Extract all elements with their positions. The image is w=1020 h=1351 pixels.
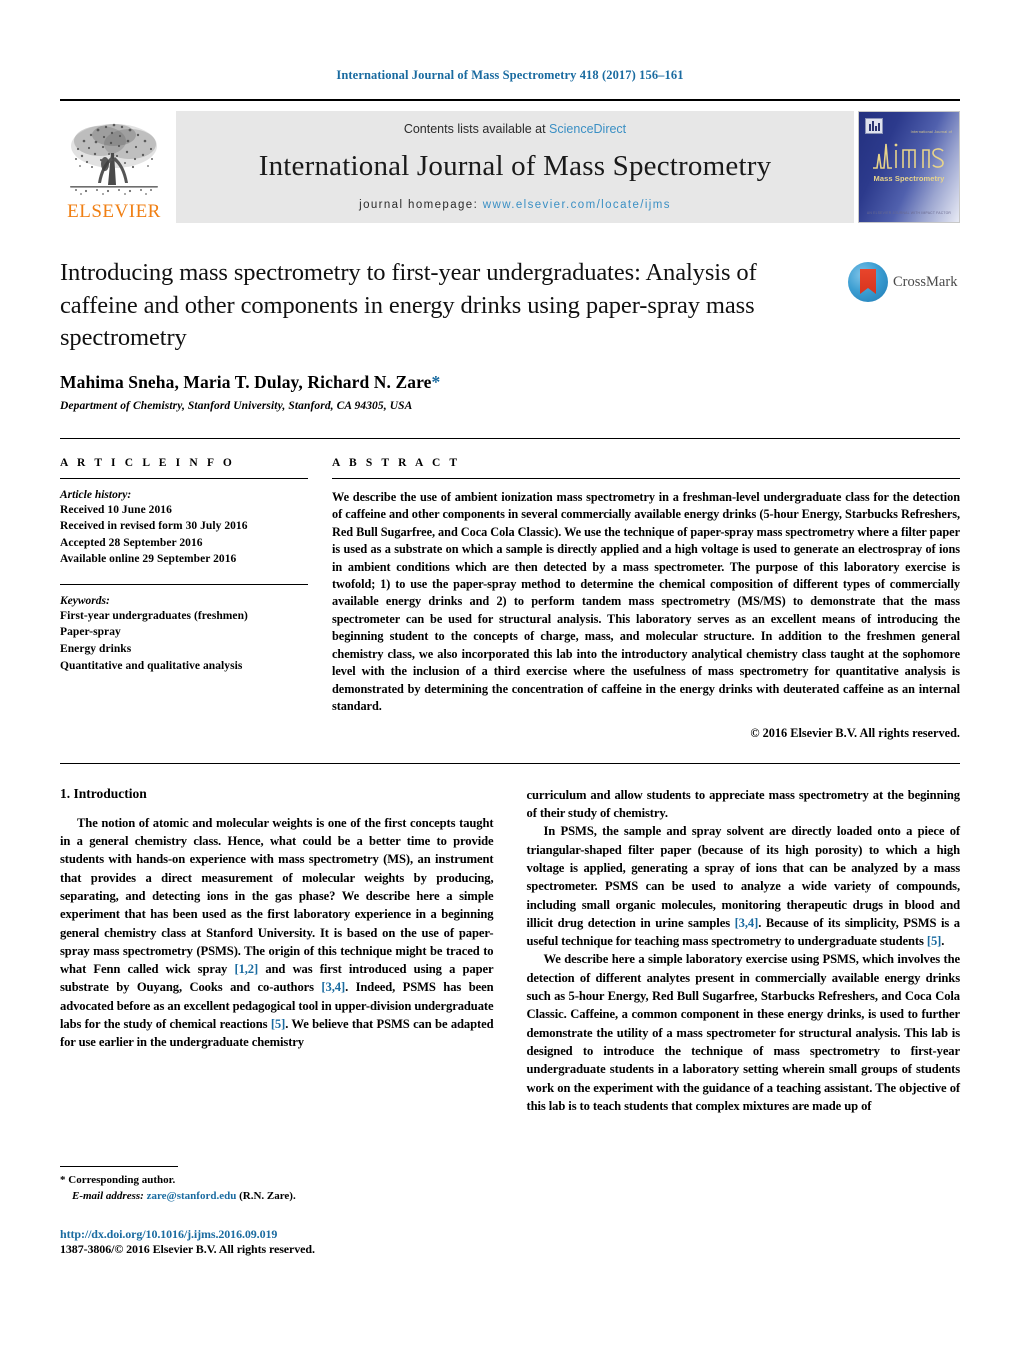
body-left-column: 1. Introduction The notion of atomic and…: [60, 786, 494, 1116]
article-info-column: A R T I C L E I N F O Article history: R…: [60, 457, 308, 741]
contents-available-line: Contents lists available at ScienceDirec…: [404, 122, 626, 136]
elsevier-wordmark: ELSEVIER: [67, 201, 161, 222]
paragraph: The notion of atomic and molecular weigh…: [60, 814, 494, 1052]
author-names: Mahima Sneha, Maria T. Dulay, Richard N.…: [60, 371, 432, 392]
affiliation: Department of Chemistry, Stanford Univer…: [60, 399, 413, 412]
history-item: Received 10 June 2016: [60, 503, 172, 516]
abstract-text: We describe the use of ambient ionizatio…: [332, 489, 960, 714]
cover-badge-icon: [865, 118, 883, 134]
article-info-heading: A R T I C L E I N F O: [60, 456, 235, 469]
history-item: Received in revised form 30 July 2016: [60, 520, 248, 533]
journal-homepage-link[interactable]: www.elsevier.com/locate/ijms: [483, 199, 671, 211]
paragraph: In PSMS, the sample and spray solvent ar…: [527, 822, 961, 950]
ijms-logo-icon: [873, 143, 944, 169]
keyword-item: Quantitative and qualitative analysis: [60, 659, 243, 672]
history-item: Available online 29 September 2016: [60, 553, 237, 566]
citation-reference[interactable]: [3,4]: [321, 980, 345, 994]
keyword-item: Paper-spray: [60, 626, 121, 639]
paragraph: We describe here a simple laboratory exe…: [527, 950, 961, 1115]
journal-title: International Journal of Mass Spectromet…: [258, 149, 772, 182]
journal-banner: Contents lists available at ScienceDirec…: [176, 111, 854, 223]
citation-reference[interactable]: [5]: [271, 1017, 285, 1031]
divider: [60, 583, 308, 585]
section-heading-introduction: 1. Introduction: [60, 785, 147, 801]
abstract-heading: A B S T R A C T: [332, 456, 461, 469]
corresponding-author-note: * Corresponding author.: [60, 1174, 176, 1186]
paragraph-text: curriculum and allow students to appreci…: [526, 787, 961, 820]
elsevier-tree-icon: [64, 119, 164, 201]
body-divider: [60, 762, 960, 764]
keyword-item: First-year undergraduates (freshmen): [60, 609, 248, 622]
elsevier-logo: ELSEVIER: [60, 111, 168, 223]
email-note: E-mail address: zare@stanford.edu (R.N. …: [60, 1189, 480, 1205]
cover-top-microtext: International Journal of: [910, 130, 952, 134]
crossmark-icon: [848, 262, 888, 302]
title-block: Introducing mass spectrometry to first-y…: [60, 257, 960, 412]
info-abstract-section: A R T I C L E I N F O Article history: R…: [60, 437, 960, 741]
paragraph: curriculum and allow students to appreci…: [527, 786, 961, 823]
crossmark-badge[interactable]: CrossMark: [848, 259, 960, 305]
crossmark-label: CrossMark: [893, 273, 958, 290]
contents-prefix: Contents lists available at: [403, 121, 550, 136]
paragraph-text: In PSMS, the sample and spray solvent ar…: [526, 824, 961, 949]
running-head: International Journal of Mass Spectromet…: [336, 68, 684, 82]
corresponding-author-marker[interactable]: *: [432, 372, 441, 392]
homepage-label: journal homepage:: [359, 198, 479, 211]
history-item: Accepted 28 September 2016: [60, 536, 203, 549]
keyword-item: Energy drinks: [60, 643, 132, 656]
journal-cover-thumbnail: International Journal of Mass Spectromet…: [858, 111, 960, 223]
body-right-column: curriculum and allow students to appreci…: [527, 786, 961, 1116]
journal-masthead: ELSEVIER Contents lists available at Sci…: [60, 99, 960, 223]
doi-block: http://dx.doi.org/10.1016/j.ijms.2016.09…: [60, 1227, 480, 1257]
issn-copyright: 1387-3806/© 2016 Elsevier B.V. All right…: [60, 1241, 315, 1256]
abstract-column: A B S T R A C T We describe the use of a…: [332, 457, 960, 741]
page-title: Introducing mass spectrometry to first-y…: [60, 259, 757, 352]
abstract-copyright: © 2016 Elsevier B.V. All rights reserved…: [750, 725, 960, 740]
doi-link[interactable]: http://dx.doi.org/10.1016/j.ijms.2016.09…: [60, 1227, 480, 1242]
paper-page: International Journal of Mass Spectromet…: [0, 0, 1020, 1351]
email-label: E-mail address:: [72, 1189, 144, 1202]
divider: [60, 477, 308, 479]
footnote-area: * Corresponding author. E-mail address: …: [60, 1166, 480, 1257]
divider: [332, 477, 960, 479]
cover-bottom-microtext: AN ELSEVIER JOURNAL WITH IMPACT FACTOR: [866, 211, 952, 215]
author-list: Mahima Sneha, Maria T. Dulay, Richard N.…: [60, 372, 960, 393]
paragraph-text: We describe here a simple laboratory exe…: [526, 952, 961, 1113]
paragraph-text: The notion of atomic and molecular weigh…: [60, 815, 494, 1050]
keywords-label: Keywords:: [60, 594, 110, 607]
email-suffix: (R.N. Zare).: [236, 1189, 296, 1202]
body-columns: 1. Introduction The notion of atomic and…: [60, 786, 960, 1116]
citation-reference[interactable]: [1,2]: [234, 962, 258, 976]
article-history-label: Article history:: [60, 488, 132, 501]
citation-reference[interactable]: [5]: [927, 934, 941, 948]
email-link[interactable]: zare@stanford.edu: [147, 1190, 237, 1202]
cover-caption: Mass Spectrometry: [873, 174, 945, 183]
sciencedirect-link[interactable]: ScienceDirect: [549, 122, 626, 136]
footnote-rule: [60, 1166, 178, 1167]
citation-reference[interactable]: [3,4]: [735, 916, 759, 930]
journal-homepage-line: journal homepage: www.elsevier.com/locat…: [359, 199, 671, 211]
